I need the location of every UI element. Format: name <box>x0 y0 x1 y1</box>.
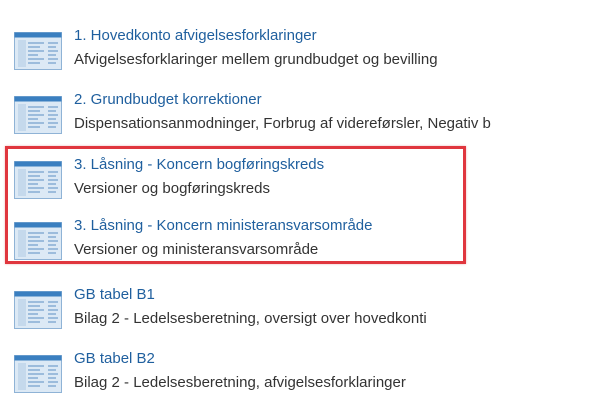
report-item-gb-tabel-b2[interactable]: GB tabel B2 Bilag 2 - Ledelsesberetning,… <box>14 349 593 401</box>
report-description: Versioner og bogføringskreds <box>74 180 270 197</box>
report-description: Versioner og ministeransvarsområde <box>74 241 319 258</box>
report-item-laasning-bogfoeringskreds[interactable]: 3. Låsning - Koncern bogføringskreds Ver… <box>14 155 593 207</box>
report-document-icon <box>14 32 62 70</box>
report-document-icon <box>14 96 62 134</box>
report-description: Afvigelsesforklaringer mellem grundbudge… <box>74 51 438 68</box>
report-item-laasning-ministeransvarsomraade[interactable]: 3. Låsning - Koncern ministeransvarsområ… <box>14 216 593 268</box>
report-item-hovedkonto[interactable]: 1. Hovedkonto afvigelsesforklaringer Afv… <box>14 26 593 78</box>
report-title[interactable]: GB tabel B1 <box>74 285 155 305</box>
report-document-icon <box>14 161 62 199</box>
report-document-icon <box>14 291 62 329</box>
report-description: Bilag 2 - Ledelsesberetning, afvigelsesf… <box>74 374 406 391</box>
report-description: Dispensationsanmodninger, Forbrug af vid… <box>74 115 491 132</box>
report-title[interactable]: 3. Låsning - Koncern ministeransvarsområ… <box>74 216 372 236</box>
report-document-icon <box>14 222 62 260</box>
report-list-page: 1. Hovedkonto afvigelsesforklaringer Afv… <box>0 0 593 409</box>
report-title[interactable]: 1. Hovedkonto afvigelsesforklaringer <box>74 26 317 46</box>
report-title[interactable]: 2. Grundbudget korrektioner <box>74 90 262 110</box>
report-title[interactable]: 3. Låsning - Koncern bogføringskreds <box>74 155 324 175</box>
report-title[interactable]: GB tabel B2 <box>74 349 155 369</box>
report-item-grundbudget[interactable]: 2. Grundbudget korrektioner Dispensation… <box>14 90 593 142</box>
report-document-icon <box>14 355 62 393</box>
report-description: Bilag 2 - Ledelsesberetning, oversigt ov… <box>74 310 427 327</box>
report-item-gb-tabel-b1[interactable]: GB tabel B1 Bilag 2 - Ledelsesberetning,… <box>14 285 593 337</box>
